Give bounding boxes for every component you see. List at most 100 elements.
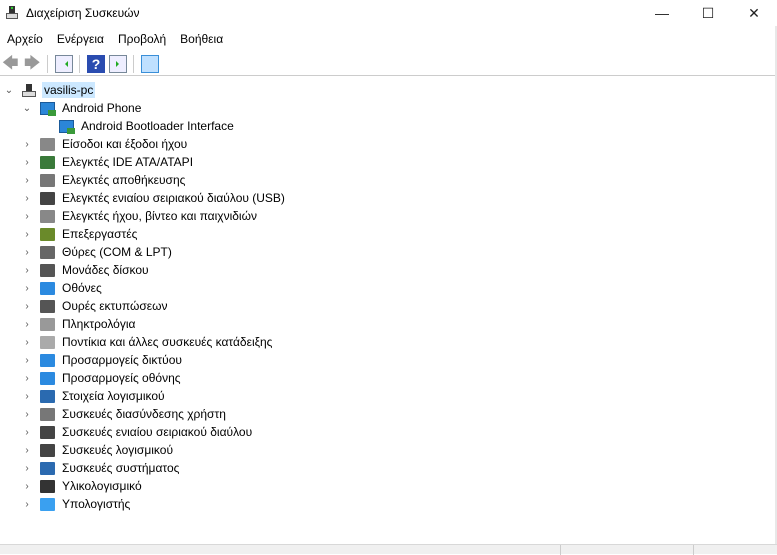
tree-item[interactable]: › Ουρές εκτυπώσεων [22, 297, 169, 315]
usb-icon [40, 425, 55, 439]
menu-view[interactable]: Προβολή [111, 30, 173, 48]
tree-item[interactable]: › Στοιχεία λογισμικού [22, 387, 167, 405]
disk-drive-icon [40, 263, 55, 277]
android-device-icon [59, 119, 75, 134]
tree-item-android-bootloader-interface[interactable]: Android Bootloader Interface [59, 117, 236, 135]
menu-action[interactable]: Ενέργεια [50, 30, 111, 48]
tree-item[interactable]: › Ελεγκτές ήχου, βίντεο και παιχνιδιών [22, 207, 259, 225]
tree-root-label: vasilis-pc [42, 82, 96, 98]
back-icon[interactable]: 🡄 [2, 55, 20, 73]
tree-item[interactable]: › Ποντίκια και άλλες συσκευές κατάδειξης [22, 333, 274, 351]
chevron-right-icon[interactable]: › [22, 337, 32, 348]
chevron-right-icon[interactable]: › [22, 445, 32, 456]
tree-root[interactable]: ⌄ vasilis-pc [4, 81, 96, 99]
tree-item[interactable]: › Συσκευές λογισμικού [22, 441, 175, 459]
chevron-right-icon[interactable]: › [22, 391, 32, 402]
tree-item[interactable]: › Ελεγκτές αποθήκευσης [22, 171, 187, 189]
usb-icon [40, 191, 55, 205]
tree-item-label: Υπολογιστής [62, 497, 131, 511]
forward-icon[interactable]: 🡆 [24, 55, 42, 73]
status-bar [0, 544, 777, 555]
help-icon[interactable]: ? [87, 55, 105, 73]
chevron-right-icon[interactable]: › [22, 409, 32, 420]
tree-item-label: Android Bootloader Interface [81, 119, 234, 133]
chevron-right-icon[interactable]: › [22, 211, 32, 222]
tree-item-label: Android Phone [62, 101, 142, 115]
tree-item-label: Προσαρμογείς δικτύου [62, 353, 182, 367]
chevron-right-icon[interactable]: › [22, 427, 32, 438]
tree-item[interactable]: › Προσαρμογείς δικτύου [22, 351, 184, 369]
speaker-icon [40, 137, 55, 151]
menu-help[interactable]: Βοήθεια [173, 30, 230, 48]
tree-item-label: Είσοδοι και έξοδοι ήχου [62, 137, 188, 151]
tree-item[interactable]: › Μονάδες δίσκου [22, 261, 151, 279]
tree-item-label: Ελεγκτές ενιαίου σειριακού διαύλου (USB) [62, 191, 285, 205]
tree-item[interactable]: › Είσοδοι και έξοδοι ήχου [22, 135, 189, 153]
processor-icon [40, 227, 55, 241]
software-device-icon [40, 443, 55, 457]
chevron-right-icon[interactable]: › [22, 265, 32, 276]
chevron-right-icon[interactable]: › [22, 247, 32, 258]
tree-item-android-phone[interactable]: ⌄ Android Phone [22, 99, 143, 117]
chevron-right-icon[interactable]: › [22, 355, 32, 366]
device-tree[interactable]: ⌄ vasilis-pc ⌄ Android Phone Android Boo… [0, 81, 775, 543]
tree-item[interactable]: › Θύρες (COM & LPT) [22, 243, 174, 261]
tree-item[interactable]: › Προσαρμογείς οθόνης [22, 369, 183, 387]
chevron-right-icon[interactable]: › [22, 499, 32, 510]
chevron-right-icon[interactable]: › [22, 283, 32, 294]
chevron-right-icon[interactable]: › [22, 463, 32, 474]
speaker-icon [40, 209, 55, 223]
tree-item-label: Οθόνες [62, 281, 102, 295]
computer-icon [22, 83, 37, 97]
keyboard-icon [40, 317, 55, 331]
tree-item[interactable]: › Πληκτρολόγια [22, 315, 137, 333]
chevron-right-icon[interactable]: › [22, 229, 32, 240]
tree-item-label: Ουρές εκτυπώσεων [62, 299, 168, 313]
tree-item[interactable]: › Υπολογιστής [22, 495, 132, 513]
tree-item-label: Θύρες (COM & LPT) [62, 245, 172, 259]
show-hide-console-tree-icon[interactable] [55, 55, 73, 73]
network-adapter-icon [40, 353, 55, 367]
chevron-right-icon[interactable]: › [22, 373, 32, 384]
minimize-button[interactable]: — [639, 0, 685, 26]
tree-item[interactable]: › Συσκευές συστήματος [22, 459, 181, 477]
tree-item-label: Συσκευές συστήματος [62, 461, 180, 475]
chevron-right-icon[interactable]: › [22, 193, 32, 204]
tree-item-label: Συσκευές λογισμικού [62, 443, 173, 457]
printer-icon [40, 299, 55, 313]
maximize-button[interactable]: ☐ [685, 0, 731, 26]
title-bar: Διαχείριση Συσκευών — ☐ ✕ [0, 0, 777, 26]
tree-item-label: Υλικολογισμικό [62, 479, 142, 493]
tree-item-label: Μονάδες δίσκου [62, 263, 149, 277]
chevron-right-icon[interactable]: › [22, 157, 32, 168]
tree-item-label: Στοιχεία λογισμικού [62, 389, 165, 403]
tree-item-label: Συσκευές ενιαίου σειριακού διαύλου [62, 425, 253, 439]
close-button[interactable]: ✕ [731, 0, 777, 26]
tree-item-label: Ελεγκτές IDE ATA/ATAPI [62, 155, 194, 169]
storage-controller-icon [40, 173, 55, 187]
ide-controller-icon [40, 155, 55, 169]
system-device-icon [40, 461, 55, 475]
chevron-right-icon[interactable]: › [22, 301, 32, 312]
tree-item[interactable]: › Συσκευές ενιαίου σειριακού διαύλου [22, 423, 254, 441]
chevron-down-icon[interactable]: ⌄ [22, 103, 32, 114]
chevron-right-icon[interactable]: › [22, 139, 32, 150]
show-action-pane-icon[interactable] [109, 55, 127, 73]
chevron-right-icon[interactable]: › [22, 481, 32, 492]
tree-item[interactable]: › Επεξεργαστές [22, 225, 139, 243]
tree-item-label: Ποντίκια και άλλες συσκευές κατάδειξης [62, 335, 273, 349]
chevron-right-icon[interactable]: › [22, 319, 32, 330]
monitor-icon [40, 281, 55, 295]
tree-item[interactable]: › Ελεγκτές ενιαίου σειριακού διαύλου (USB… [22, 189, 287, 207]
chevron-down-icon[interactable]: ⌄ [4, 85, 14, 96]
menu-file[interactable]: Αρχείο [0, 30, 50, 48]
tree-item[interactable]: › Οθόνες [22, 279, 104, 297]
chevron-right-icon[interactable]: › [22, 175, 32, 186]
display-adapter-icon [40, 371, 55, 385]
tree-item-label: Ελεγκτές ήχου, βίντεο και παιχνιδιών [62, 209, 257, 223]
tree-item[interactable]: › Συσκευές διασύνδεσης χρήστη [22, 405, 228, 423]
computer-icon [40, 497, 55, 511]
scan-hardware-icon[interactable] [141, 55, 159, 73]
tree-item[interactable]: › Ελεγκτές IDE ATA/ATAPI [22, 153, 195, 171]
tree-item[interactable]: › Υλικολογισμικό [22, 477, 144, 495]
